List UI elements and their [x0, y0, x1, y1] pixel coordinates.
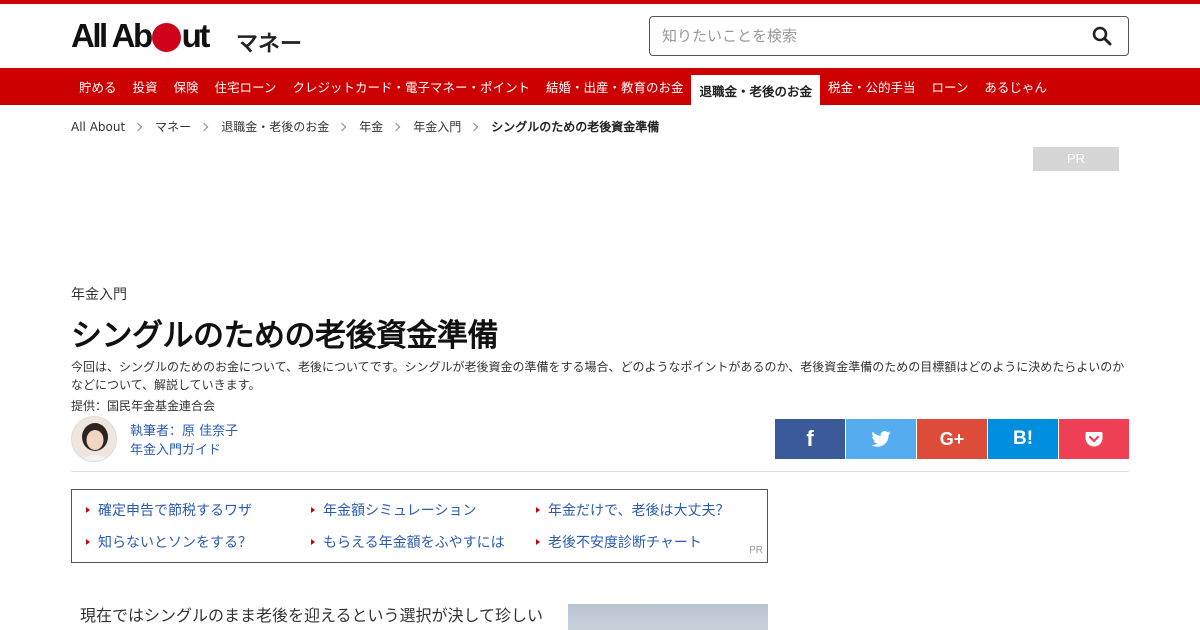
logo-red-dot-icon [151, 23, 181, 52]
pr-link-label: 老後不安度診断チャート [548, 535, 702, 551]
pr-link[interactable]: 年金額シミュレーション [311, 500, 476, 520]
nav-item-save[interactable]: 貯める [71, 68, 125, 105]
pr-link-label: 確定申告で節税するワザ [98, 503, 252, 519]
pr-link[interactable]: 年金だけで、老後は大丈夫？ [536, 500, 729, 520]
hatena-bookmark-icon: B! [1012, 428, 1034, 449]
logo-text-ut: ut [181, 17, 211, 54]
triangle-right-icon [536, 507, 540, 513]
triangle-right-icon [311, 507, 315, 513]
author-name-link[interactable]: 執筆者：原 佳奈子 [130, 420, 238, 439]
breadcrumb-item[interactable]: 退職金・老後のお金 [221, 118, 329, 135]
section-name[interactable]: マネー [236, 26, 302, 58]
logo-text-all: All [71, 17, 108, 54]
chevron-right-icon [469, 122, 479, 131]
breadcrumb: All About マネー 退職金・老後のお金 年金 年金入門 シングルのための… [71, 118, 659, 135]
logo-text-ab: Ab [111, 17, 154, 54]
pr-link-label: 年金額シミュレーション [323, 503, 477, 519]
pocket-icon [1085, 432, 1103, 447]
pr-link-label: もらえる年金額をふやすには [323, 535, 505, 551]
category-nav: 貯める 投資 保険 住宅ローン クレジットカード・電子マネー・ポイント 結婚・出… [0, 68, 1200, 105]
article-body-text: 現在ではシングルのまま老後を迎えるという選択が決して珍しい [80, 606, 544, 625]
breadcrumb-item[interactable]: 年金入門 [413, 118, 461, 135]
nav-item-marriage-education[interactable]: 結婚・出産・教育のお金 [538, 68, 692, 105]
category-nav-list: 貯める 投資 保険 住宅ローン クレジットカード・電子マネー・ポイント 結婚・出… [71, 68, 1055, 105]
pr-link-label: 知らないとソンをする？ [98, 535, 252, 551]
hatena-bookmark-share-button[interactable]: B! [988, 419, 1058, 459]
pr-link[interactable]: 知らないとソンをする？ [86, 532, 252, 552]
search-icon[interactable] [1092, 26, 1112, 46]
nav-item-loan[interactable]: ローン [924, 68, 977, 105]
triangle-right-icon [536, 539, 540, 545]
site-header: All Ab ut マネー [0, 4, 1200, 68]
search-input[interactable] [662, 17, 1082, 55]
facebook-icon: f [806, 426, 814, 451]
pr-link[interactable]: 確定申告で節税するワザ [86, 500, 252, 520]
breadcrumb-item[interactable]: All About [71, 120, 125, 134]
pocket-share-button[interactable] [1059, 419, 1129, 459]
article-title: シングルのための老後資金準備 [71, 318, 499, 354]
triangle-right-icon [86, 539, 90, 545]
article-image [568, 604, 768, 630]
search-box [649, 16, 1129, 56]
pr-links-box: 確定申告で節税するワザ 年金額シミュレーション 年金だけで、老後は大丈夫？ 知ら… [71, 489, 768, 563]
nav-item-arujan[interactable]: あるじゃん [976, 68, 1055, 105]
googleplus-icon: G+ [939, 428, 965, 449]
pr-link[interactable]: もらえる年金額をふやすには [311, 532, 505, 552]
article-lead: 今回は、シングルのためのお金について、老後についてです。シングルが老後資金の準備… [71, 360, 1125, 392]
breadcrumb-current: シングルのための老後資金準備 [491, 120, 660, 134]
nav-item-retirement[interactable]: 退職金・老後のお金 [691, 75, 820, 105]
allabout-logo[interactable]: All Ab ut [71, 17, 211, 54]
breadcrumb-item[interactable]: マネー [155, 118, 191, 135]
triangle-right-icon [311, 539, 315, 545]
nav-item-invest[interactable]: 投資 [125, 68, 166, 105]
chevron-right-icon [391, 122, 401, 131]
chevron-right-icon [337, 122, 347, 131]
author-portrait-icon [72, 417, 116, 461]
googleplus-share-button[interactable]: G+ [917, 419, 987, 459]
nav-item-credit-card[interactable]: クレジットカード・電子マネー・ポイント [284, 68, 538, 105]
nav-item-mortgage[interactable]: 住宅ローン [207, 68, 285, 105]
pr-link[interactable]: 老後不安度診断チャート [536, 532, 702, 552]
ad-pr-badge: PR [1033, 147, 1119, 171]
article-provider: 提供：国民年金基金連合会 [71, 399, 216, 413]
pr-tag: PR [749, 545, 763, 556]
nav-item-insurance[interactable]: 保険 [166, 68, 207, 105]
triangle-right-icon [86, 507, 90, 513]
author-avatar[interactable] [71, 416, 117, 462]
chevron-right-icon [199, 122, 209, 131]
author-guide-link[interactable]: 年金入門ガイド [130, 439, 221, 458]
twitter-share-button[interactable] [846, 419, 916, 459]
section-divider [71, 471, 1129, 472]
chevron-right-icon [133, 122, 143, 131]
twitter-bird-icon [871, 431, 891, 447]
breadcrumb-item[interactable]: 年金 [359, 118, 383, 135]
nav-item-tax[interactable]: 税金・公的手当 [820, 68, 924, 105]
article-category[interactable]: 年金入門 [71, 284, 127, 304]
pr-link-label: 年金だけで、老後は大丈夫？ [548, 503, 730, 519]
facebook-share-button[interactable]: f [775, 419, 845, 459]
